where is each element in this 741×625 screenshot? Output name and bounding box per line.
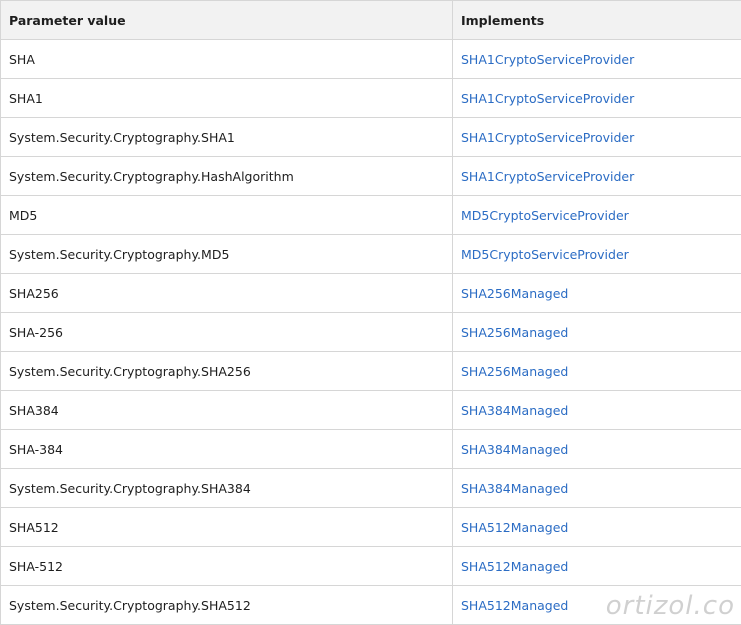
table-row: System.Security.Cryptography.HashAlgorit… <box>0 156 741 196</box>
implements-cell: MD5CryptoServiceProvider <box>452 195 741 235</box>
table-row: System.Security.Cryptography.MD5 MD5Cryp… <box>0 234 741 274</box>
implements-cell: SHA256Managed <box>452 351 741 391</box>
implementation-link[interactable]: SHA512Managed <box>461 520 568 535</box>
implements-cell: SHA256Managed <box>452 312 741 352</box>
table-row: SHA1 SHA1CryptoServiceProvider <box>0 78 741 118</box>
implementation-link[interactable]: SHA384Managed <box>461 403 568 418</box>
implementation-link[interactable]: SHA1CryptoServiceProvider <box>461 169 634 184</box>
implements-cell: SHA1CryptoServiceProvider <box>452 156 741 196</box>
parameter-cell: SHA512 <box>0 507 453 547</box>
implementation-link[interactable]: SHA384Managed <box>461 481 568 496</box>
implements-cell: SHA1CryptoServiceProvider <box>452 39 741 79</box>
parameter-cell: SHA-512 <box>0 546 453 586</box>
implements-cell: SHA1CryptoServiceProvider <box>452 117 741 157</box>
parameter-cell: SHA1 <box>0 78 453 118</box>
implements-cell: SHA512Managed <box>452 507 741 547</box>
implementation-link[interactable]: SHA256Managed <box>461 286 568 301</box>
implementation-link[interactable]: MD5CryptoServiceProvider <box>461 247 629 262</box>
table-row: System.Security.Cryptography.SHA1 SHA1Cr… <box>0 117 741 157</box>
table-row: System.Security.Cryptography.SHA384 SHA3… <box>0 468 741 508</box>
parameter-cell: System.Security.Cryptography.HashAlgorit… <box>0 156 453 196</box>
table-row: System.Security.Cryptography.SHA256 SHA2… <box>0 351 741 391</box>
parameter-cell: System.Security.Cryptography.MD5 <box>0 234 453 274</box>
parameter-cell: SHA-384 <box>0 429 453 469</box>
table-row: SHA SHA1CryptoServiceProvider <box>0 39 741 79</box>
parameter-cell: SHA-256 <box>0 312 453 352</box>
implementation-link[interactable]: SHA1CryptoServiceProvider <box>461 130 634 145</box>
parameter-cell: MD5 <box>0 195 453 235</box>
table-row: SHA256 SHA256Managed <box>0 273 741 313</box>
table-row: SHA512 SHA512Managed <box>0 507 741 547</box>
algorithm-table-container: Parameter value Implements SHA SHA1Crypt… <box>0 0 741 625</box>
table-row: SHA-384 SHA384Managed <box>0 429 741 469</box>
table-row: MD5 MD5CryptoServiceProvider <box>0 195 741 235</box>
implements-cell: MD5CryptoServiceProvider <box>452 234 741 274</box>
implements-cell: SHA384Managed <box>452 468 741 508</box>
parameter-cell: SHA384 <box>0 390 453 430</box>
column-header-implements: Implements <box>452 0 741 40</box>
implementation-link[interactable]: SHA256Managed <box>461 325 568 340</box>
parameter-cell: SHA <box>0 39 453 79</box>
parameter-cell: System.Security.Cryptography.SHA512 <box>0 585 453 625</box>
column-header-parameter-value: Parameter value <box>0 0 453 40</box>
table-header-row: Parameter value Implements <box>0 0 741 40</box>
table-row: SHA-512 SHA512Managed <box>0 546 741 586</box>
implements-cell: SHA384Managed <box>452 429 741 469</box>
parameter-cell: System.Security.Cryptography.SHA384 <box>0 468 453 508</box>
implements-cell: SHA256Managed <box>452 273 741 313</box>
table-row: SHA-256 SHA256Managed <box>0 312 741 352</box>
parameter-cell: System.Security.Cryptography.SHA256 <box>0 351 453 391</box>
implementation-link[interactable]: SHA512Managed <box>461 559 568 574</box>
implements-cell: SHA512Managed <box>452 585 741 625</box>
parameter-cell: System.Security.Cryptography.SHA1 <box>0 117 453 157</box>
table-row: System.Security.Cryptography.SHA512 SHA5… <box>0 585 741 625</box>
parameter-cell: SHA256 <box>0 273 453 313</box>
implementation-link[interactable]: SHA384Managed <box>461 442 568 457</box>
algorithm-table: Parameter value Implements SHA SHA1Crypt… <box>0 0 741 625</box>
implements-cell: SHA512Managed <box>452 546 741 586</box>
implementation-link[interactable]: MD5CryptoServiceProvider <box>461 208 629 223</box>
implements-cell: SHA1CryptoServiceProvider <box>452 78 741 118</box>
table-row: SHA384 SHA384Managed <box>0 390 741 430</box>
implementation-link[interactable]: SHA256Managed <box>461 364 568 379</box>
implementation-link[interactable]: SHA1CryptoServiceProvider <box>461 52 634 67</box>
implements-cell: SHA384Managed <box>452 390 741 430</box>
implementation-link[interactable]: SHA512Managed <box>461 598 568 613</box>
implementation-link[interactable]: SHA1CryptoServiceProvider <box>461 91 634 106</box>
